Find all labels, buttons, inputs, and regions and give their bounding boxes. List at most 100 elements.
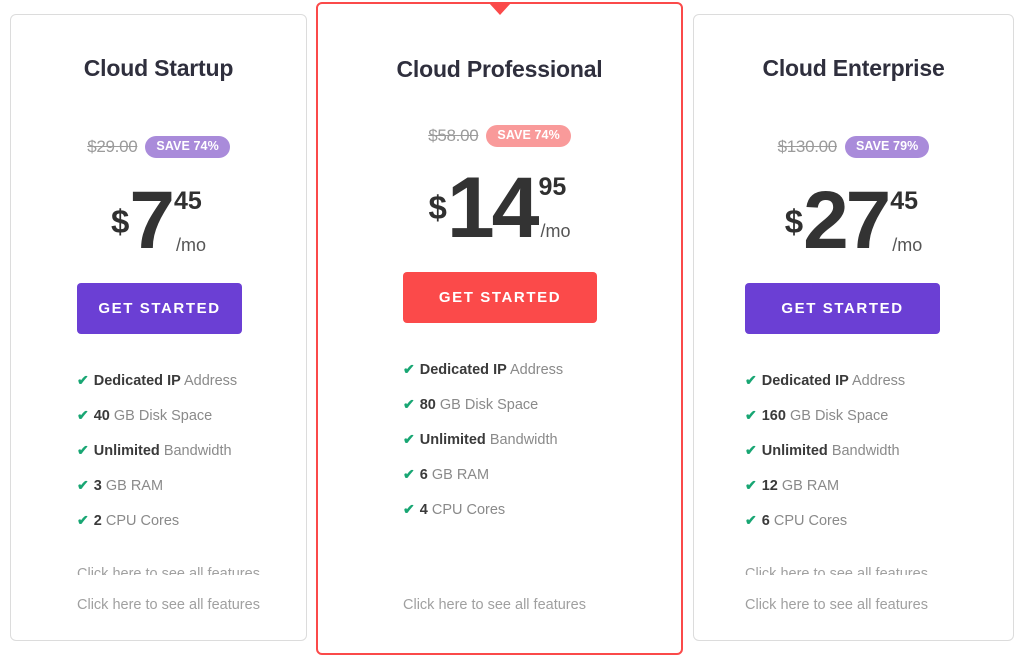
price-cents: 45	[890, 187, 919, 215]
feature-highlight: Unlimited	[93, 443, 160, 459]
footer-links: Click here to see all features Click her…	[694, 567, 1013, 613]
get-started-button[interactable]: GET STARTED	[403, 272, 597, 323]
save-badge: SAVE 74%	[486, 125, 571, 147]
list-item: ✔ 2 CPU Cores	[77, 513, 306, 529]
price-cents: 45	[173, 187, 202, 215]
feature-text: Address	[848, 373, 906, 389]
feature-text: GB Disk Space	[435, 397, 539, 413]
list-item: ✔ 6 CPU Cores	[745, 513, 1013, 529]
feature-text: GB RAM	[101, 478, 164, 494]
list-item: ✔ 40 GB Disk Space	[77, 408, 306, 424]
list-item: ✔ Dedicated IP Address	[745, 373, 1013, 389]
footer-links: Click here to see all features	[318, 598, 681, 613]
list-item: ✔ 4 CPU Cores	[403, 502, 681, 518]
list-item: ✔ 3 GB RAM	[77, 478, 306, 494]
list-item: ✔ 6 GB RAM	[403, 467, 681, 483]
feature-highlight: 160	[761, 408, 786, 424]
old-price: $130.00	[777, 136, 838, 156]
feature-highlight: 80	[419, 397, 436, 413]
feature-highlight: 6	[761, 513, 770, 529]
feature-highlight: Unlimited	[419, 432, 486, 448]
pricing-card-cloud-enterprise[interactable]: Cloud Enterprise $130.00 SAVE 79% $ 27 4…	[693, 14, 1014, 641]
see-all-features-link[interactable]: Click here to see all features	[745, 567, 1013, 575]
feature-text: Bandwidth	[159, 443, 232, 459]
price-period: /mo	[892, 235, 923, 255]
list-item: ✔ Unlimited Bandwidth	[403, 432, 681, 448]
feature-text: GB RAM	[427, 467, 490, 483]
list-item: ✔ 12 GB RAM	[745, 478, 1013, 494]
check-icon: ✔	[403, 361, 415, 377]
save-badge: SAVE 79%	[844, 136, 930, 158]
see-all-features-link[interactable]: Click here to see all features	[403, 598, 681, 613]
see-all-features-link[interactable]: Click here to see all features	[77, 598, 306, 613]
old-price-row: $29.00 SAVE 74%	[11, 136, 306, 158]
price-cents: 95	[538, 173, 567, 201]
feature-text: GB Disk Space	[785, 408, 889, 424]
feature-highlight: 4	[419, 502, 428, 518]
feature-text: CPU Cores	[101, 513, 180, 529]
feature-highlight: 12	[761, 478, 778, 494]
feature-highlight: 2	[93, 513, 102, 529]
feature-highlight: Unlimited	[761, 443, 828, 459]
pricing-card-cloud-professional[interactable]: Cloud Professional $58.00 SAVE 74% $ 14 …	[316, 2, 683, 655]
feature-text: Address	[506, 362, 564, 378]
currency-symbol: $	[428, 189, 447, 226]
list-item: ✔ Unlimited Bandwidth	[77, 443, 306, 459]
check-icon: ✔	[745, 407, 757, 423]
triangle-down-icon	[488, 3, 511, 15]
check-icon: ✔	[745, 477, 757, 493]
price-amount: 27	[803, 175, 891, 266]
feature-highlight: 40	[93, 408, 110, 424]
feature-text: Bandwidth	[485, 432, 558, 448]
check-icon: ✔	[77, 407, 89, 423]
feature-highlight: 6	[419, 467, 428, 483]
feature-highlight: Dedicated IP	[761, 373, 849, 389]
feature-text: CPU Cores	[769, 513, 848, 529]
list-item: ✔ 160 GB Disk Space	[745, 408, 1013, 424]
check-icon: ✔	[403, 501, 415, 517]
list-item: ✔ Dedicated IP Address	[403, 362, 681, 378]
see-all-features-link[interactable]: Click here to see all features	[745, 598, 1013, 613]
feature-text: GB Disk Space	[109, 408, 213, 424]
footer-links: Click here to see all features Click her…	[11, 567, 306, 613]
feature-highlight: Dedicated IP	[93, 373, 181, 389]
pricing-table: Cloud Startup $29.00 SAVE 74% $ 7 45 /mo…	[0, 0, 1024, 664]
price-cents-block: 95 /mo	[538, 169, 571, 241]
get-started-button[interactable]: GET STARTED	[77, 283, 242, 334]
feature-list: ✔ Dedicated IP Address ✔ 40 GB Disk Space …	[11, 373, 306, 548]
feature-list: ✔ Dedicated IP Address ✔ 80 GB Disk Space …	[318, 362, 681, 537]
check-icon: ✔	[77, 442, 89, 458]
plan-title: Cloud Enterprise	[762, 55, 945, 81]
price-amount: 14	[446, 160, 540, 256]
check-icon: ✔	[745, 512, 757, 528]
feature-text: CPU Cores	[427, 502, 506, 518]
check-icon: ✔	[77, 512, 89, 528]
price-amount: 7	[129, 175, 175, 266]
old-price-row: $58.00 SAVE 74%	[318, 125, 681, 147]
feature-text: GB RAM	[777, 478, 840, 494]
check-icon: ✔	[403, 396, 415, 412]
see-all-features-link[interactable]: Click here to see all features	[77, 567, 306, 575]
feature-highlight: 3	[93, 478, 102, 494]
get-started-button[interactable]: GET STARTED	[745, 283, 940, 334]
price-cents-block: 45 /mo	[173, 183, 206, 255]
old-price: $58.00	[428, 125, 479, 145]
price-period: /mo	[175, 235, 206, 255]
check-icon: ✔	[77, 372, 89, 388]
old-price: $29.00	[87, 136, 138, 156]
feature-list: ✔ Dedicated IP Address ✔ 160 GB Disk Space…	[694, 373, 1013, 548]
check-icon: ✔	[403, 466, 415, 482]
price-cents-block: 45 /mo	[890, 183, 923, 255]
price-period: /mo	[540, 221, 571, 241]
check-icon: ✔	[745, 372, 757, 388]
currency-symbol: $	[111, 203, 130, 240]
list-item: ✔ Dedicated IP Address	[77, 373, 306, 389]
save-badge: SAVE 74%	[145, 136, 230, 158]
price-block: $ 14 95 /mo	[318, 160, 681, 256]
check-icon: ✔	[745, 442, 757, 458]
check-icon: ✔	[403, 431, 415, 447]
currency-symbol: $	[784, 203, 804, 240]
plan-title: Cloud Startup	[83, 55, 234, 81]
pricing-card-cloud-startup[interactable]: Cloud Startup $29.00 SAVE 74% $ 7 45 /mo…	[10, 14, 307, 641]
check-icon: ✔	[77, 477, 89, 493]
